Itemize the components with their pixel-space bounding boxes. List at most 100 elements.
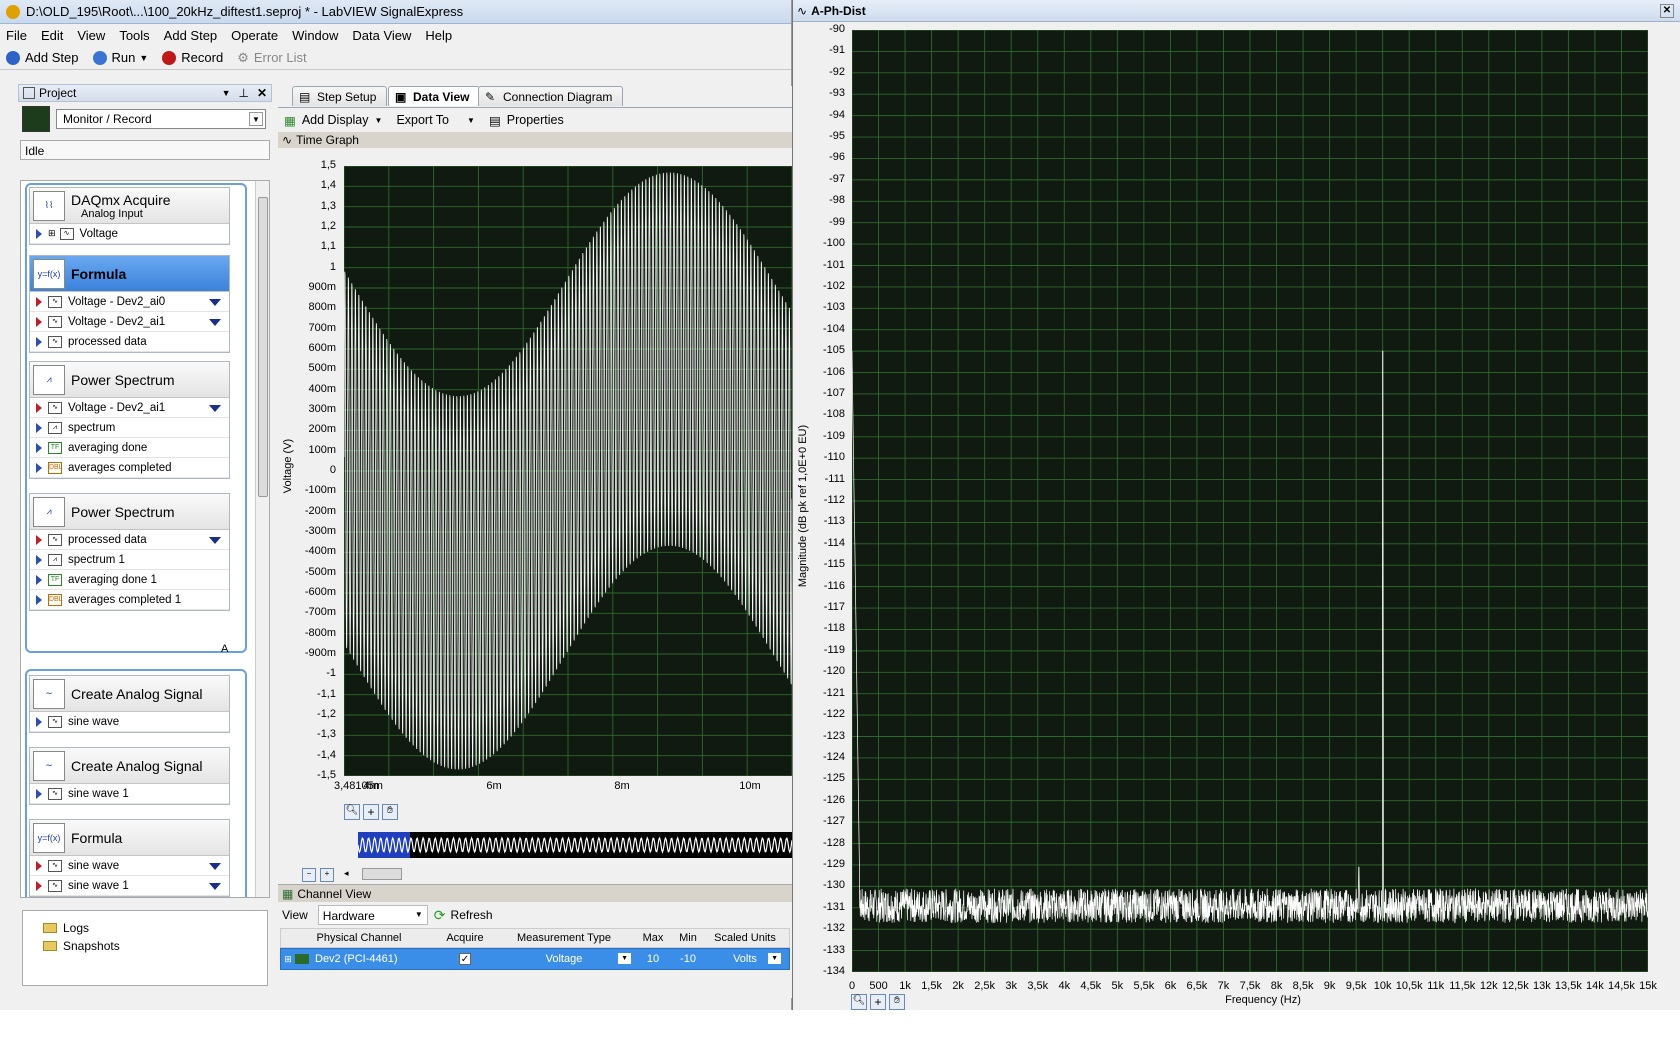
zoom-in-icon[interactable]: + — [320, 868, 334, 882]
step-create-analog-signal[interactable]: ∼ Create Analog Signal ∿ sine wave 1 — [29, 747, 230, 805]
menu-operate[interactable]: Operate — [231, 28, 278, 43]
step-output[interactable]: DBL averages completed — [30, 458, 229, 478]
menu-file[interactable]: File — [6, 28, 27, 43]
step-input[interactable]: ∿ processed data — [30, 530, 229, 550]
step-power-spectrum[interactable]: ⩘ Power Spectrum ∿ Voltage - Dev2_ai1 ⩘ spe… — [29, 361, 230, 479]
chevron-down-icon[interactable]: ▼ — [618, 953, 631, 964]
chevron-down-icon[interactable] — [209, 863, 221, 870]
step-output[interactable]: ⩘ spectrum 1 — [30, 550, 229, 570]
step-header[interactable]: y=f(x) Formula — [30, 256, 229, 292]
step-output[interactable]: ⊞ ∿ Voltage — [30, 224, 229, 244]
chevron-down-icon[interactable]: ▼ — [249, 112, 263, 126]
overview-selection[interactable] — [358, 832, 410, 858]
mode-select[interactable]: Monitor / Record ▼ — [56, 109, 266, 129]
chevron-down-icon[interactable]: ▼ — [768, 953, 781, 964]
step-input[interactable]: ∿ Voltage - Dev2_ai0 — [30, 292, 229, 312]
table-row[interactable]: ⊞ Dev2 (PCI-4461) ✓ Voltage ▼ 10 -10 Volt… — [280, 948, 790, 970]
close-icon[interactable]: ✕ — [257, 86, 267, 100]
add-display-button[interactable]: ▦ Add Display ▼ — [284, 113, 382, 128]
step-input[interactable]: ∿ sine wave — [30, 856, 229, 876]
refresh-button[interactable]: ⟳ Refresh — [434, 907, 493, 924]
export-to-button[interactable]: Export To ▼ — [396, 113, 475, 127]
step-power-spectrum[interactable]: ⩘ Power Spectrum ∿ processed data ⩘ spectru… — [29, 493, 230, 611]
mode-select-value: Monitor / Record — [63, 112, 152, 126]
step-daqmx-acquire[interactable]: ⌇⌇ DAQmx Acquire Analog Input ⊞ ∿ Voltage — [29, 187, 230, 245]
cursor-icon[interactable]: + — [870, 994, 886, 1010]
step-output[interactable]: DBL averages completed 1 — [30, 590, 229, 610]
close-icon[interactable]: ✕ — [1660, 3, 1674, 18]
chevron-down-icon[interactable] — [209, 537, 221, 544]
menu-window[interactable]: Window — [292, 28, 338, 43]
step-input[interactable]: ∿ Voltage - Dev2_ai1 — [30, 312, 229, 332]
acquire-checkbox[interactable]: ✓ — [437, 953, 493, 965]
pane-menu-icon[interactable]: ▼ — [222, 88, 231, 98]
cell-min[interactable]: -10 — [671, 953, 705, 965]
step-input[interactable]: ∿ Voltage - Dev2_ai1 — [30, 398, 229, 418]
scrollbar-thumb[interactable] — [258, 197, 268, 497]
view-select-value: Hardware — [322, 909, 375, 923]
cell-units[interactable]: Volts ▼ — [705, 953, 785, 965]
properties-button[interactable]: ▤ Properties — [489, 113, 564, 128]
cell-max[interactable]: 10 — [635, 953, 671, 965]
chevron-down-icon[interactable] — [209, 405, 221, 412]
logs-item[interactable]: Logs — [43, 919, 267, 937]
step-header[interactable]: ∼ Create Analog Signal — [30, 748, 229, 784]
step-header[interactable]: ⩘ Power Spectrum — [30, 494, 229, 530]
tab-step-setup[interactable]: ▤ Step Setup — [292, 86, 388, 106]
menu-help[interactable]: Help — [425, 28, 452, 43]
step-formula[interactable]: y=f(x) Formula ∿ Voltage - Dev2_ai0 ∿ Volta… — [29, 255, 230, 353]
steps-scrollbar[interactable] — [255, 181, 269, 897]
time-graph-overview[interactable] — [358, 832, 792, 858]
pan-hand-icon[interactable]: ✋︎ — [889, 994, 905, 1010]
overview-scrollbar[interactable] — [362, 868, 402, 880]
chevron-down-icon[interactable] — [209, 299, 221, 306]
menu-edit[interactable]: Edit — [41, 28, 63, 43]
step-header[interactable]: y=f(x) Formula — [30, 820, 229, 856]
step-output[interactable]: ∿ processed data — [30, 332, 229, 352]
record-button[interactable]: Record — [162, 50, 223, 65]
zoom-out-icon[interactable]: − — [302, 868, 316, 882]
cell-type[interactable]: Voltage ▼ — [493, 953, 635, 965]
step-header[interactable]: ⩘ Power Spectrum — [30, 362, 229, 398]
expand-icon[interactable]: ⊞ — [48, 228, 56, 239]
menu-tools[interactable]: Tools — [119, 28, 149, 43]
chevron-down-icon[interactable]: ▼ — [375, 116, 383, 125]
expand-icon[interactable]: ⊞ — [281, 954, 295, 965]
add-step-button[interactable]: Add Step — [6, 50, 79, 65]
zoom-icon[interactable]: 🔍︎ — [851, 994, 867, 1010]
step-header[interactable]: ∼ Create Analog Signal — [30, 676, 229, 712]
menu-data-view[interactable]: Data View — [352, 28, 411, 43]
spectrum-window-title: A-Ph-Dist — [811, 3, 866, 18]
cursor-icon[interactable]: + — [363, 804, 379, 820]
pan-hand-icon[interactable]: ✋︎ — [382, 804, 398, 820]
spectrum-plot[interactable] — [852, 30, 1648, 972]
run-button[interactable]: Run ▼ — [92, 50, 148, 65]
step-create-analog-signal[interactable]: ∼ Create Analog Signal ∿ sine wave — [29, 675, 230, 733]
tab-connection-diagram[interactable]: ✎ Connection Diagram — [478, 86, 624, 106]
step-output[interactable]: TF averaging done — [30, 438, 229, 458]
tab-data-view[interactable]: ▣ Data View — [388, 86, 481, 106]
step-header[interactable]: ⌇⌇ DAQmx Acquire Analog Input — [30, 188, 229, 224]
chevron-down-icon[interactable]: ▼ — [467, 116, 475, 125]
step-output[interactable]: ∿ sine wave 1 — [30, 784, 229, 804]
step-output[interactable]: ⩘ spectrum — [30, 418, 229, 438]
chevron-down-icon[interactable]: ▼ — [139, 53, 148, 63]
scroll-left-icon[interactable]: ◂ — [344, 868, 349, 879]
y-tick-label: -111 — [824, 472, 845, 485]
step-output[interactable]: ∿ sine wave — [30, 712, 229, 732]
error-list-button[interactable]: ⚙ Error List — [237, 50, 306, 66]
chevron-down-icon[interactable] — [209, 319, 221, 326]
step-formula[interactable]: y=f(x) Formula ∿ sine wave ∿ sine wave 1 — [29, 819, 230, 897]
menu-view[interactable]: View — [77, 28, 105, 43]
view-select[interactable]: Hardware ▼ — [317, 905, 428, 925]
pin-icon[interactable]: ⊥ — [238, 86, 248, 100]
chevron-down-icon[interactable]: ▼ — [415, 910, 423, 919]
snapshots-item[interactable]: Snapshots — [43, 937, 267, 955]
step-input[interactable]: ∿ sine wave 1 — [30, 876, 229, 896]
chevron-down-icon[interactable] — [209, 883, 221, 890]
step-output[interactable]: TF averaging done 1 — [30, 570, 229, 590]
checkbox-box[interactable]: ✓ — [459, 953, 471, 965]
menu-add-step[interactable]: Add Step — [164, 28, 218, 43]
zoom-icon[interactable]: 🔍︎ — [344, 804, 360, 820]
time-graph-plot[interactable] — [344, 166, 792, 776]
